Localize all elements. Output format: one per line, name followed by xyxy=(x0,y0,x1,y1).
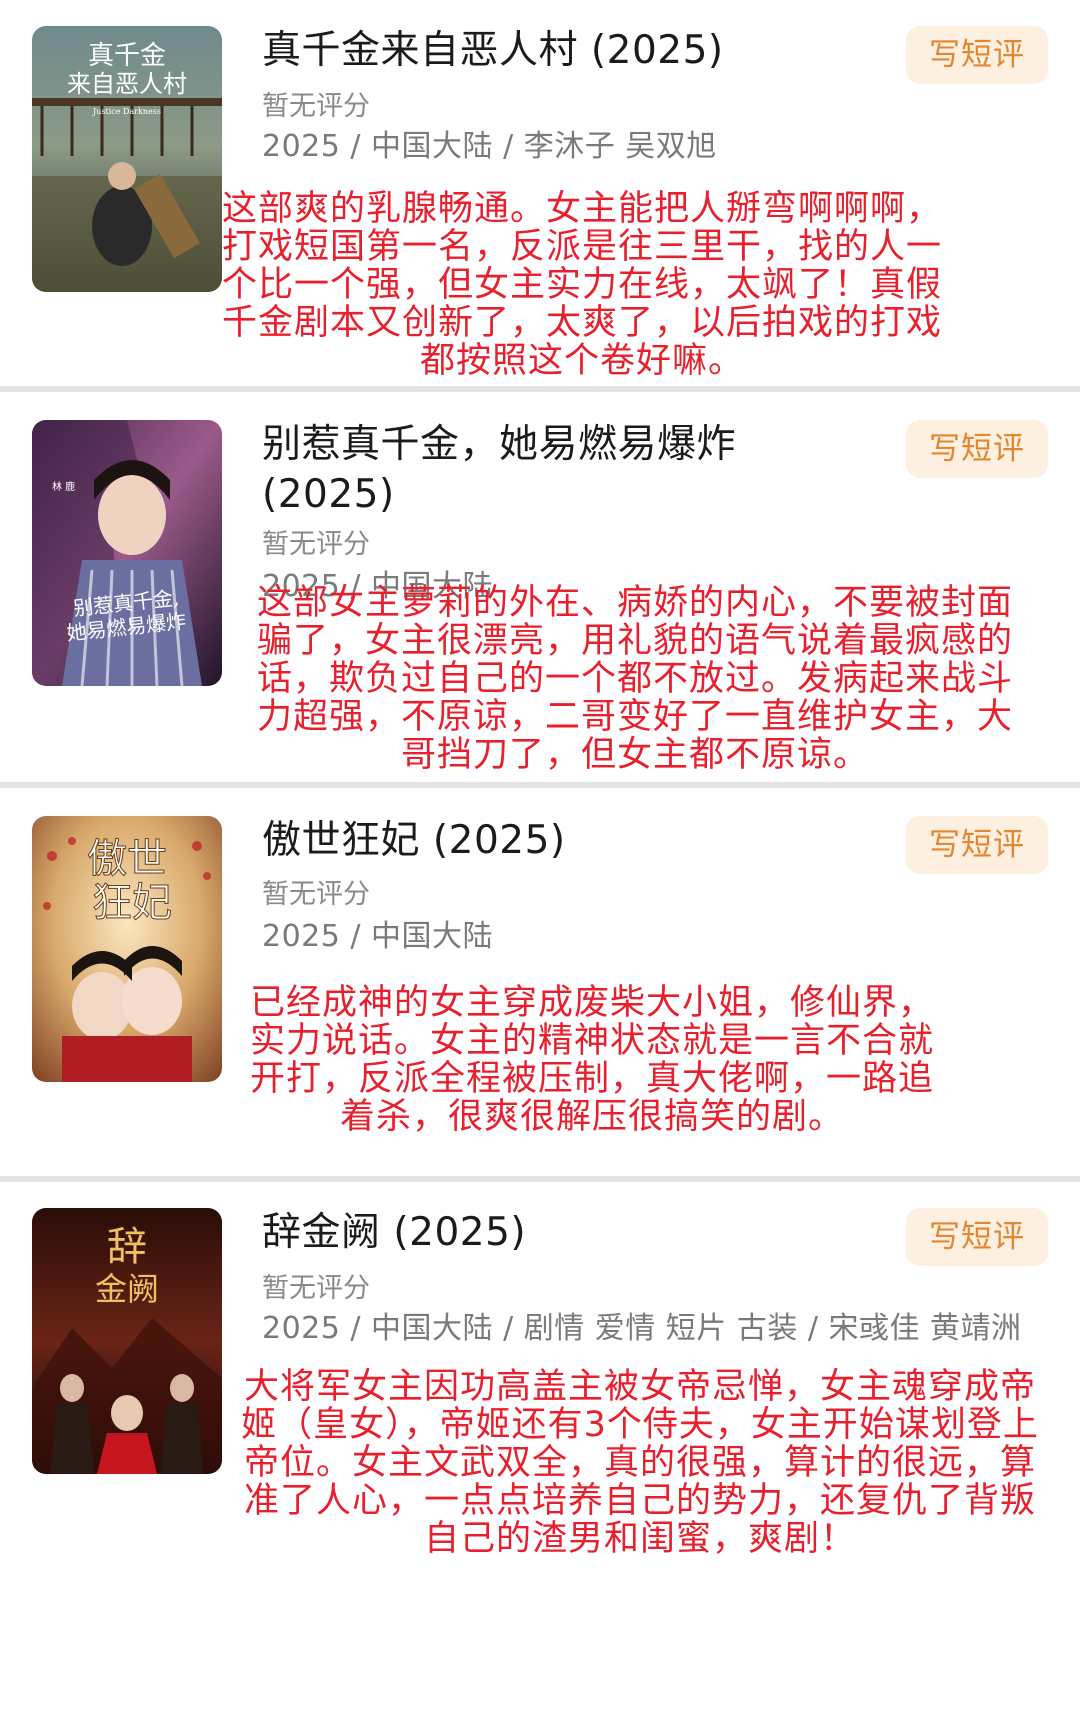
poster-image[interactable]: 辞 金阙 xyxy=(32,1208,222,1474)
poster-art: 傲世 狂妃 xyxy=(32,816,222,1082)
poster-image[interactable]: 真千金 来自恶人村 Justice Darkness xyxy=(32,26,222,292)
poster-actor: 林 鹿 xyxy=(52,480,75,493)
poster-image[interactable]: 别惹真千金, 她易燃易爆炸 林 鹿 xyxy=(32,420,222,686)
movie-year: (2025) xyxy=(590,28,724,73)
rating-text: 暂无评分 xyxy=(262,1273,370,1304)
movie-year: (2025) xyxy=(262,472,395,517)
movie-meta: 2025 / 中国大陆 xyxy=(262,919,494,954)
review-annotation: 已经成神的女主穿成废柴大小姐，修仙界，实力说话。女主的精神状态就是一言不合就开打… xyxy=(249,983,934,1137)
movie-meta: 2025 / 中国大陆 / 剧情 爱情 短片 古装 / 宋彧佳 黄靖洲 xyxy=(262,1311,1022,1346)
review-annotation: 大将军女主因功高盖主被女帝忌惮，女主魂穿成帝姬（皇女），帝姬还有3个侍夫，女主开… xyxy=(241,1367,1039,1559)
write-review-button[interactable]: 写短评 xyxy=(906,420,1048,478)
poster-title-line1: 傲世 xyxy=(87,836,167,882)
write-review-button[interactable]: 写短评 xyxy=(906,26,1048,84)
movie-title-text: 真千金来自恶人村 xyxy=(262,28,579,73)
poster-subtitle: Justice Darkness xyxy=(92,107,161,116)
movie-card[interactable]: 辞 金阙 辞金阙 (2025) 暂无评分 2025 / 中国大陆 / 剧情 爱情… xyxy=(0,1182,1080,1719)
movie-title[interactable]: 辞金阙 (2025) xyxy=(262,1208,822,1258)
rating-text: 暂无评分 xyxy=(262,529,370,560)
poster-title-line2: 金阙 xyxy=(95,1270,159,1308)
movie-year: (2025) xyxy=(432,818,566,863)
movie-title-text: 辞金阙 xyxy=(262,1210,381,1255)
write-review-button[interactable]: 写短评 xyxy=(906,1208,1048,1266)
review-annotation: 这部爽的乳腺畅通。女主能把人掰弯啊啊啊，打戏短国第一名，反派是往三里干，找的人一… xyxy=(222,189,943,381)
poster-image[interactable]: 傲世 狂妃 xyxy=(32,816,222,1082)
movie-title[interactable]: 别惹真千金，她易燃易爆炸 (2025) xyxy=(262,420,782,520)
poster-title-line2: 来自恶人村 xyxy=(67,70,187,98)
movie-title[interactable]: 傲世狂妃 (2025) xyxy=(262,816,822,866)
poster-art: 真千金 来自恶人村 Justice Darkness xyxy=(32,26,222,292)
movie-meta: 2025 / 中国大陆 / 李沐子 吴双旭 xyxy=(262,129,717,164)
poster-art: 别惹真千金, 她易燃易爆炸 林 鹿 xyxy=(32,420,222,686)
poster-art: 辞 金阙 xyxy=(32,1208,222,1474)
movie-title-text: 傲世狂妃 xyxy=(262,818,421,863)
movie-card[interactable]: 真千金 来自恶人村 Justice Darkness 真千金来自恶人村 (202… xyxy=(0,0,1080,386)
movie-year: (2025) xyxy=(393,1210,527,1255)
rating-text: 暂无评分 xyxy=(262,91,370,122)
rating-text: 暂无评分 xyxy=(262,879,370,910)
movie-title-text: 别惹真千金，她易燃易爆炸 xyxy=(262,422,737,467)
movie-title[interactable]: 真千金来自恶人村 (2025) xyxy=(262,26,822,76)
poster-title-line1: 辞 xyxy=(107,1224,147,1270)
movie-card[interactable]: 别惹真千金, 她易燃易爆炸 林 鹿 别惹真千金，她易燃易爆炸 (2025) 暂无… xyxy=(0,392,1080,782)
poster-title-line2: 狂妃 xyxy=(92,880,172,926)
movie-card[interactable]: 傲世 狂妃 傲世狂妃 (2025) 暂无评分 2025 / 中国大陆 写短评 已… xyxy=(0,788,1080,1178)
write-review-button[interactable]: 写短评 xyxy=(906,816,1048,874)
poster-title-line1: 真千金 xyxy=(88,41,166,71)
review-annotation: 这部女主萝莉的外在、病娇的内心，不要被封面骗了，女主很漂亮，用礼貌的语气说着最疯… xyxy=(256,583,1013,775)
